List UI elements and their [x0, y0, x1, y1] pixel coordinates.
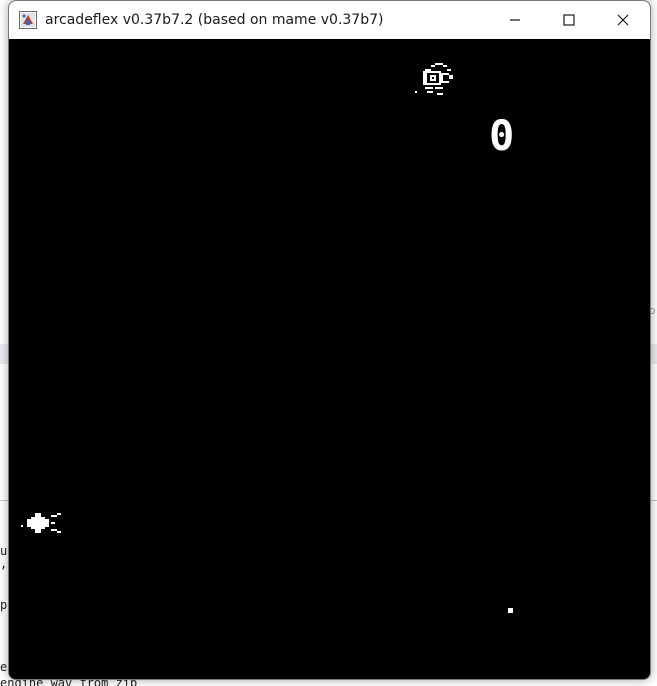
- minimize-icon: [510, 19, 520, 21]
- background-console-text: u: [0, 544, 8, 558]
- player-ship-icon: [21, 513, 61, 533]
- app-window: arcadeflex v0.37b7.2 (based on mame v0.3…: [8, 0, 651, 680]
- game-screen[interactable]: 0: [9, 39, 650, 679]
- enemy-ship-icon: [415, 63, 453, 95]
- close-icon: [617, 14, 629, 26]
- java-app-icon[interactable]: [19, 11, 37, 29]
- window-controls: [488, 1, 650, 39]
- maximize-button[interactable]: [542, 1, 596, 39]
- window-title: arcadeflex v0.37b7.2 (based on mame v0.3…: [45, 12, 384, 28]
- minimize-button[interactable]: [488, 1, 542, 39]
- title-bar[interactable]: arcadeflex v0.37b7.2 (based on mame v0.3…: [9, 1, 650, 39]
- projectile-dot: [508, 608, 513, 613]
- background-console-text: p: [0, 598, 8, 612]
- close-button[interactable]: [596, 1, 650, 39]
- background-console-text: ,: [0, 557, 8, 571]
- maximize-icon: [563, 14, 575, 26]
- score-display: 0: [489, 111, 515, 160]
- background-console-text: e: [0, 660, 8, 674]
